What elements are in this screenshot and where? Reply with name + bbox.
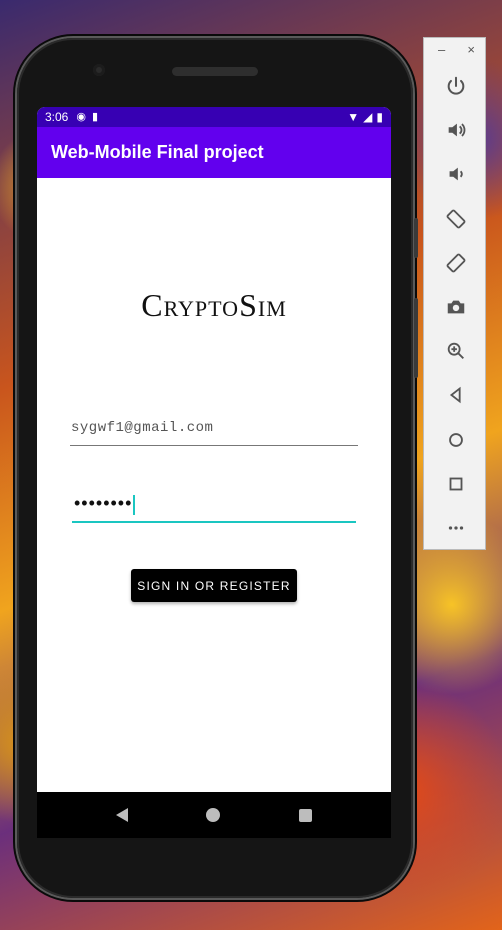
power-icon[interactable] xyxy=(424,64,487,108)
back-icon[interactable] xyxy=(116,808,129,822)
zoom-icon[interactable] xyxy=(424,329,487,373)
sign-in-button[interactable]: SIGN IN OR REGISTER xyxy=(131,569,297,602)
camera-icon[interactable] xyxy=(424,285,487,329)
battery-icon: ▮ xyxy=(376,110,383,124)
volume-button xyxy=(414,298,418,378)
overview-icon[interactable] xyxy=(424,462,487,506)
wifi-icon: ▼ xyxy=(347,110,360,124)
sd-card-icon: ▮ xyxy=(91,111,99,123)
rotate-left-icon[interactable] xyxy=(424,197,487,241)
email-field[interactable]: sygwf1@gmail.com xyxy=(70,413,358,446)
minimize-button[interactable]: – xyxy=(438,42,445,64)
status-bar: 3:06 ◉ ▮ ▼ ◢ ▮ xyxy=(37,107,391,127)
phone-frame: 3:06 ◉ ▮ ▼ ◢ ▮ Web-Mobile Final project … xyxy=(17,38,418,898)
app-title: Web-Mobile Final project xyxy=(51,142,264,162)
home-icon[interactable] xyxy=(424,418,487,462)
password-value: •••••••• xyxy=(74,493,133,513)
signal-icon: ◢ xyxy=(363,110,373,124)
volume-down-icon[interactable] xyxy=(424,152,487,196)
emulator-toolbar: – × xyxy=(423,37,486,550)
notification-icon: ◉ xyxy=(76,111,86,123)
front-camera xyxy=(93,64,105,76)
back-icon[interactable] xyxy=(424,373,487,417)
power-button xyxy=(414,218,418,258)
app-bar: Web-Mobile Final project xyxy=(37,127,391,178)
toolbar-window-controls: – × xyxy=(424,38,485,64)
text-cursor xyxy=(133,494,136,515)
status-right-icons: ▼ ◢ ▮ xyxy=(347,110,383,124)
close-button[interactable]: × xyxy=(467,42,475,64)
recent-apps-icon[interactable] xyxy=(298,808,312,822)
home-icon[interactable] xyxy=(206,808,221,822)
more-icon[interactable] xyxy=(424,506,487,550)
earpiece-speaker xyxy=(172,67,258,76)
navigation-bar xyxy=(37,792,391,838)
status-time: 3:06 xyxy=(45,110,69,124)
email-value: sygwf1@gmail.com xyxy=(71,420,214,436)
rotate-right-icon[interactable] xyxy=(424,241,487,285)
password-field[interactable]: •••••••• xyxy=(72,489,356,523)
app-logo: CryptoSim xyxy=(141,287,287,323)
volume-up-icon[interactable] xyxy=(424,108,487,152)
phone-screen: 3:06 ◉ ▮ ▼ ◢ ▮ Web-Mobile Final project … xyxy=(37,107,391,792)
